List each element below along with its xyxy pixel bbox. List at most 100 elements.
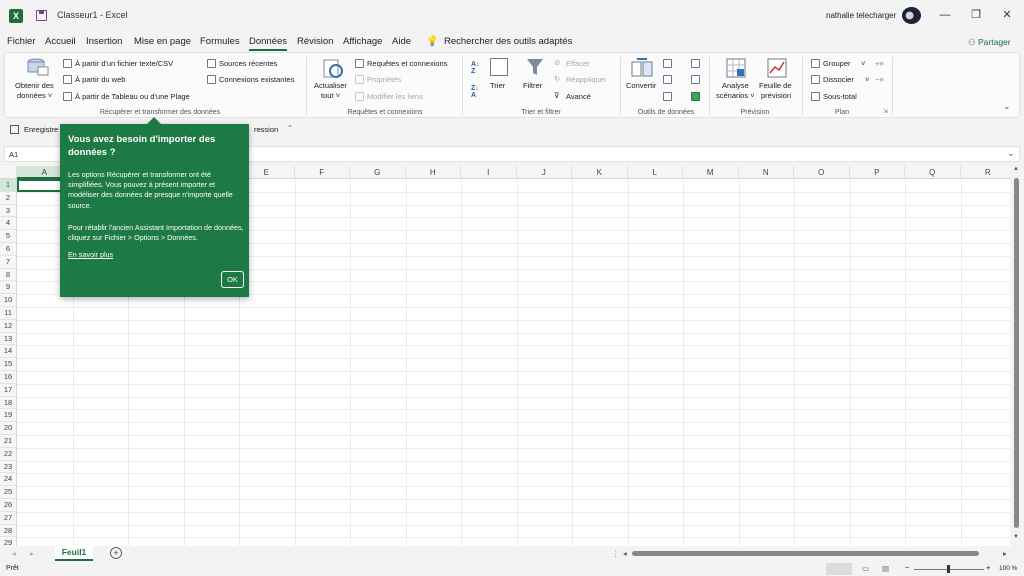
qat-save-label[interactable]: Enregistre (24, 125, 58, 134)
horizontal-scroll-thumb[interactable] (632, 551, 979, 556)
tab-insertion[interactable]: Insertion (86, 36, 122, 47)
row-header[interactable]: 3 (0, 204, 17, 218)
column-header[interactable]: G (350, 166, 406, 179)
normal-view-button[interactable] (826, 563, 852, 575)
column-header[interactable]: F (294, 166, 350, 179)
tab-formules[interactable]: Formules (200, 36, 240, 47)
user-name[interactable]: nathalie telecharger (826, 11, 896, 20)
subtotal-button[interactable]: Sous-total (823, 92, 857, 101)
zoom-in-button[interactable]: + (986, 563, 990, 572)
column-header[interactable]: H (405, 166, 461, 179)
row-header[interactable]: 1 (0, 179, 17, 192)
column-header[interactable]: I (461, 166, 517, 179)
refresh-all-icon[interactable] (322, 57, 344, 84)
avatar[interactable] (902, 7, 921, 24)
row-header[interactable]: 2 (0, 191, 17, 205)
prev-sheet-icon[interactable]: ◂ (12, 549, 16, 558)
row-header[interactable]: 16 (0, 371, 17, 384)
page-layout-view-icon[interactable]: ▭ (862, 564, 869, 573)
filter-button[interactable]: Filtrer (523, 81, 542, 90)
vertical-scroll-thumb[interactable] (1014, 178, 1019, 528)
learn-more-link[interactable]: En savoir plus (68, 250, 113, 259)
get-data-label-1[interactable]: Obtenir des (15, 81, 54, 90)
column-header[interactable]: M (683, 166, 739, 179)
clear-button[interactable]: Effacer (566, 59, 590, 68)
column-header[interactable]: R (960, 166, 1010, 179)
what-if-label-1[interactable]: Analyse (722, 81, 749, 90)
tab-donnees[interactable]: Données (249, 36, 288, 51)
close-button[interactable]: ✕ (1000, 8, 1014, 22)
forecast-label-2[interactable]: prévision (761, 91, 791, 100)
save-icon[interactable] (36, 10, 47, 21)
row-header[interactable]: 27 (0, 511, 17, 525)
vertical-scrollbar[interactable]: ▲ ▼ (1011, 166, 1022, 546)
column-header[interactable]: L (627, 166, 683, 179)
text-to-columns-icon[interactable] (631, 58, 653, 83)
sort-button[interactable]: Trier (490, 81, 505, 90)
zoom-slider-thumb[interactable] (947, 565, 950, 573)
tab-fichier[interactable]: Fichier (7, 36, 36, 47)
select-all-corner[interactable] (0, 166, 17, 179)
tab-revision[interactable]: Révision (297, 36, 333, 47)
row-header[interactable]: 7 (0, 255, 17, 269)
scroll-right-icon[interactable]: ▸ (1003, 549, 1007, 558)
queries-connections-button[interactable]: Requêtes et connexions (367, 59, 447, 68)
row-header[interactable]: 23 (0, 460, 17, 474)
tab-aide[interactable]: Aide (392, 36, 411, 47)
data-validation-icon[interactable] (663, 92, 672, 101)
what-if-label-2[interactable]: scénarios ˅ (716, 91, 755, 100)
row-header[interactable]: 29 (0, 537, 17, 546)
row-header[interactable]: 13 (0, 332, 17, 346)
existing-connections-button[interactable]: Connexions existantes (219, 75, 294, 84)
minimize-button[interactable]: — (938, 8, 952, 22)
column-header[interactable]: O (794, 166, 850, 179)
flash-fill-icon[interactable] (663, 59, 672, 68)
column-header[interactable]: J (516, 166, 572, 179)
row-header[interactable]: 14 (0, 345, 17, 359)
expand-formula-icon[interactable]: ⌄ (1007, 148, 1015, 159)
zoom-out-button[interactable]: − (905, 563, 909, 572)
row-header[interactable]: 10 (0, 294, 17, 307)
relationships-icon[interactable] (691, 75, 700, 84)
recent-sources-button[interactable]: Sources récentes (219, 59, 277, 68)
row-header[interactable]: 11 (0, 307, 17, 320)
get-data-icon[interactable] (27, 57, 49, 77)
row-header[interactable]: 24 (0, 473, 17, 487)
add-sheet-button[interactable]: + (110, 547, 122, 559)
column-header[interactable]: N (738, 166, 794, 179)
column-header[interactable]: P (849, 166, 905, 179)
hide-detail-icon[interactable]: −≡ (875, 75, 884, 84)
row-header[interactable]: 28 (0, 524, 17, 538)
row-header[interactable]: 9 (0, 281, 17, 295)
consolidate-icon[interactable] (691, 59, 700, 68)
row-header[interactable]: 18 (0, 396, 17, 410)
row-header[interactable]: 6 (0, 243, 17, 256)
convert-button[interactable]: Convertir (626, 81, 656, 90)
collapse-ribbon-icon[interactable]: ⌄ (1003, 101, 1011, 112)
chevron-down-icon[interactable]: ˅ (865, 75, 869, 84)
from-web-button[interactable]: À partir du web (75, 75, 125, 84)
share-button[interactable]: ⚇ Partager (968, 37, 1011, 48)
name-box[interactable]: A1 (9, 150, 18, 159)
row-header[interactable]: 21 (0, 435, 17, 448)
from-table-button[interactable]: À partir de Tableau ou d'une Plage (75, 92, 190, 101)
filter-icon[interactable] (526, 57, 544, 82)
row-header[interactable]: 4 (0, 217, 17, 231)
get-data-label-2[interactable]: données ˅ (17, 91, 52, 100)
dialog-launcher-icon[interactable]: ⇲ (883, 108, 888, 115)
edit-links-button[interactable]: Modifier les liens (367, 92, 423, 101)
row-header[interactable]: 8 (0, 268, 17, 282)
row-header[interactable]: 5 (0, 230, 17, 243)
ok-button[interactable]: OK (221, 271, 244, 288)
zoom-level[interactable]: 100 % (999, 565, 1017, 572)
forecast-label-1[interactable]: Feuille de (759, 81, 792, 90)
tab-accueil[interactable]: Accueil (45, 36, 76, 47)
tab-mise-en-page[interactable]: Mise en page (134, 36, 191, 47)
row-header[interactable]: 19 (0, 409, 17, 423)
row-header[interactable]: 20 (0, 422, 17, 435)
search-tools[interactable]: Rechercher des outils adaptés (444, 36, 572, 47)
column-header[interactable]: Q (905, 166, 961, 179)
row-header[interactable]: 12 (0, 319, 17, 333)
chevron-down-icon[interactable]: ˅ (861, 59, 865, 68)
column-header[interactable]: K (572, 166, 628, 179)
